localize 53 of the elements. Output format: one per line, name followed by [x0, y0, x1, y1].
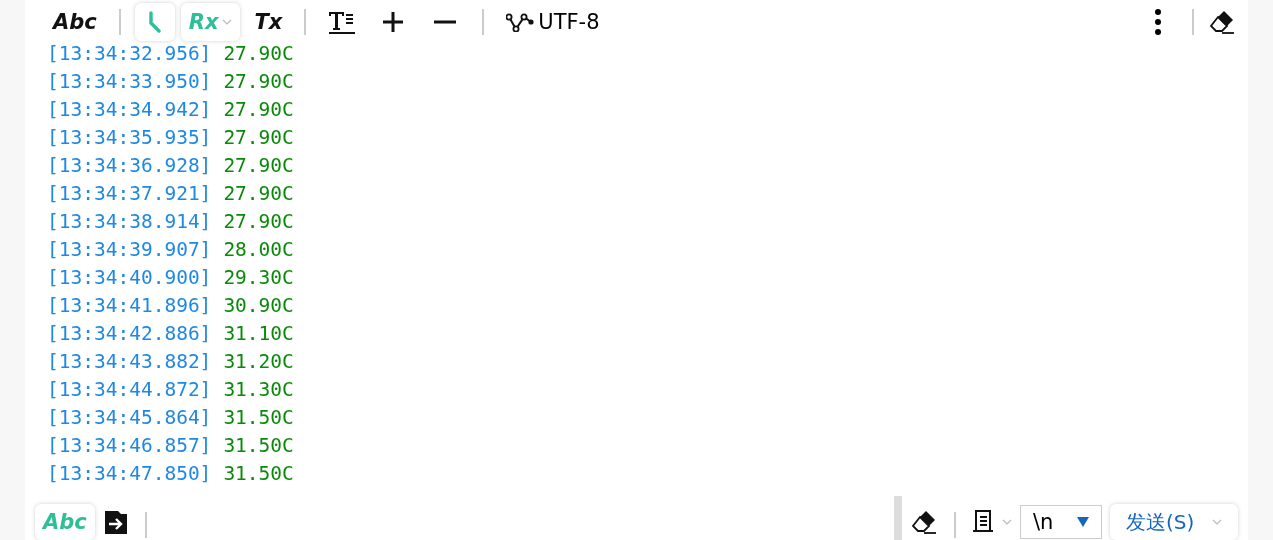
log-value: 31.50C: [223, 405, 294, 431]
log-timestamp: [13:34:43.882]: [47, 349, 212, 375]
log-value: 28.00C: [223, 237, 294, 263]
eraser-icon[interactable]: [1208, 9, 1236, 35]
text-toggle[interactable]: Abc: [45, 3, 105, 41]
log-value: 27.90C: [223, 97, 294, 123]
timestamp-toggle[interactable]: [134, 3, 175, 41]
splitter-handle[interactable]: [894, 496, 902, 540]
eraser-icon[interactable]: [910, 509, 938, 535]
log-value: 30.90C: [223, 293, 294, 319]
log-timestamp: [13:34:32.956]: [47, 41, 212, 67]
log-value: 27.90C: [223, 125, 294, 151]
log-timestamp: [13:34:46.857]: [47, 433, 212, 459]
log-value: 29.30C: [223, 265, 294, 291]
encoding-button[interactable]: UTF-8: [498, 3, 608, 41]
nodes-icon: [506, 12, 535, 32]
log-timestamp: [13:34:47.850]: [47, 461, 212, 487]
timestamp-icon: [147, 11, 162, 33]
log-timestamp: [13:34:38.914]: [47, 209, 212, 235]
dropdown-arrow-icon: [1077, 517, 1090, 527]
log-value: 27.90C: [223, 41, 294, 67]
send-file-icon[interactable]: [102, 509, 129, 535]
log-value: 31.30C: [223, 377, 294, 403]
more-icon[interactable]: [1154, 9, 1162, 35]
minus-icon[interactable]: [434, 20, 457, 24]
log-value: 31.50C: [223, 461, 294, 487]
log-value: 31.10C: [223, 321, 294, 347]
log-timestamp: [13:34:39.907]: [47, 237, 212, 263]
caret-icon: [1002, 519, 1012, 525]
log-timestamp: [13:34:45.864]: [47, 405, 212, 431]
log-value: 27.90C: [223, 69, 294, 95]
log-value: 31.50C: [223, 433, 294, 459]
line-ending-select[interactable]: \n: [1020, 505, 1102, 539]
send-button[interactable]: 发送(S): [1110, 504, 1238, 540]
plus-icon[interactable]: [382, 11, 405, 33]
log-value: 27.90C: [223, 153, 294, 179]
text-toggle[interactable]: Tx: [246, 3, 291, 41]
log-timestamp: [13:34:40.900]: [47, 265, 212, 291]
document-icon[interactable]: [972, 509, 994, 535]
log-timestamp: [13:34:33.950]: [47, 69, 212, 95]
log-timestamp: [13:34:42.886]: [47, 321, 212, 347]
log-value: 27.90C: [223, 209, 294, 235]
log-timestamp: [13:34:37.921]: [47, 181, 212, 207]
caret-icon: [1212, 519, 1222, 525]
log-timestamp: [13:34:34.942]: [47, 97, 212, 123]
log-timestamp: [13:34:44.872]: [47, 377, 212, 403]
log-value: 27.90C: [223, 181, 294, 207]
log-timestamp: [13:34:41.896]: [47, 293, 212, 319]
log-timestamp: [13:34:35.935]: [47, 125, 212, 151]
caret-icon: [222, 19, 233, 25]
text-format-icon[interactable]: [328, 9, 357, 35]
log-value: 31.20C: [223, 349, 294, 375]
log-timestamp: [13:34:36.928]: [47, 153, 212, 179]
